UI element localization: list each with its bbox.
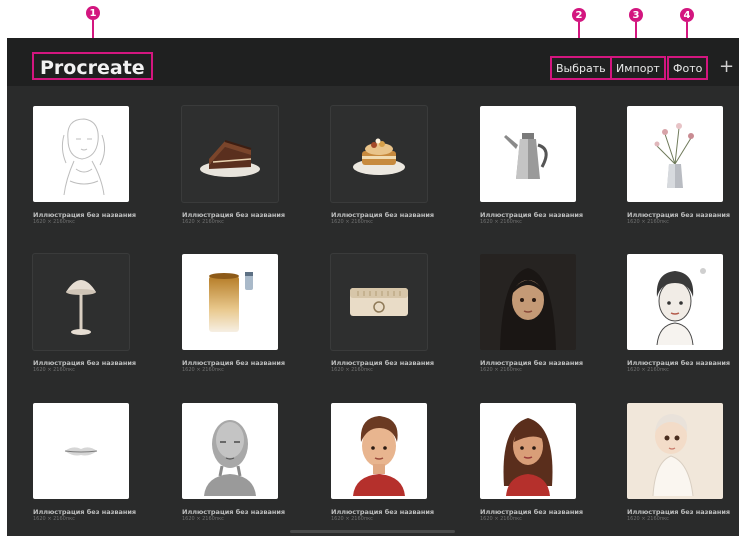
woman-portrait-thumbnail bbox=[480, 254, 576, 350]
artwork-name: Иллюстрация без названия bbox=[627, 508, 731, 516]
artwork-size: 1620 × 2160пкс bbox=[627, 367, 669, 373]
artwork-size: 1620 × 2160пкс bbox=[331, 219, 373, 225]
artwork-name: Иллюстрация без названия bbox=[33, 359, 137, 367]
artwork-name: Иллюстрация без названия bbox=[627, 211, 731, 219]
girl-sketch-thumbnail bbox=[33, 106, 129, 202]
lamp-thumbnail bbox=[33, 254, 129, 350]
add-icon[interactable]: + bbox=[719, 58, 734, 76]
artwork-size: 1620 × 2160пкс bbox=[182, 219, 224, 225]
artwork-name: Иллюстрация без названия bbox=[331, 211, 435, 219]
woman-portrait-2-thumbnail bbox=[480, 403, 576, 499]
artwork-name: Иллюстрация без названия bbox=[331, 508, 435, 516]
callout-marker-3: 3 bbox=[629, 8, 643, 22]
gallery-scrollbar[interactable] bbox=[290, 530, 455, 533]
app-title: Procreate bbox=[32, 52, 153, 80]
artwork-size: 1620 × 2160пкс bbox=[627, 516, 669, 522]
photo-button[interactable]: Фото bbox=[667, 56, 709, 80]
artwork-size: 1620 × 2160пкс bbox=[182, 367, 224, 373]
teapot-thumbnail bbox=[480, 106, 576, 202]
artwork-name: Иллюстрация без названия bbox=[480, 359, 584, 367]
artwork-name: Иллюстрация без названия bbox=[182, 508, 286, 516]
artwork-name: Иллюстрация без названия bbox=[627, 359, 731, 367]
lips-thumbnail bbox=[33, 403, 129, 499]
artwork-size: 1620 × 2160пкс bbox=[331, 516, 373, 522]
callout-marker-1: 1 bbox=[86, 6, 100, 20]
artwork-size: 1620 × 2160пкс bbox=[480, 367, 522, 373]
tin-can-thumbnail bbox=[182, 254, 278, 350]
artwork-name: Иллюстрация без названия bbox=[480, 508, 584, 516]
baby-girl-thumbnail bbox=[627, 403, 723, 499]
man-portrait-thumbnail bbox=[331, 403, 427, 499]
artwork-size: 1620 × 2160пкс bbox=[182, 516, 224, 522]
artwork-size: 1620 × 2160пкс bbox=[33, 219, 75, 225]
artwork-size: 1620 × 2160пкс bbox=[627, 219, 669, 225]
cake-slice-thumbnail bbox=[182, 106, 278, 202]
artwork-size: 1620 × 2160пкс bbox=[480, 516, 522, 522]
radio-thumbnail bbox=[331, 254, 427, 350]
select-button[interactable]: Выбрать bbox=[550, 56, 612, 80]
import-button[interactable]: Импорт bbox=[610, 56, 666, 80]
artwork-name: Иллюстрация без названия bbox=[33, 211, 137, 219]
artwork-name: Иллюстрация без названия bbox=[480, 211, 584, 219]
callout-marker-4: 4 bbox=[680, 8, 694, 22]
artwork-name: Иллюстрация без названия bbox=[182, 359, 286, 367]
artwork-name: Иллюстрация без названия bbox=[182, 211, 286, 219]
cake-plate-thumbnail bbox=[331, 106, 427, 202]
artwork-size: 1620 × 2160пкс bbox=[331, 367, 373, 373]
artwork-size: 1620 × 2160пкс bbox=[480, 219, 522, 225]
grey-head-thumbnail bbox=[182, 403, 278, 499]
artwork-name: Иллюстрация без названия bbox=[33, 508, 137, 516]
callout-marker-2: 2 bbox=[572, 8, 586, 22]
top-bar: Procreate Выбрать Импорт Фото + bbox=[7, 38, 739, 86]
artwork-size: 1620 × 2160пкс bbox=[33, 516, 75, 522]
artwork-size: 1620 × 2160пкс bbox=[33, 367, 75, 373]
flower-vase-thumbnail bbox=[627, 106, 723, 202]
artwork-name: Иллюстрация без названия bbox=[331, 359, 435, 367]
boy-head-thumbnail bbox=[627, 254, 723, 350]
procreate-gallery: Procreate Выбрать Импорт Фото + Иллюстра… bbox=[7, 38, 739, 536]
